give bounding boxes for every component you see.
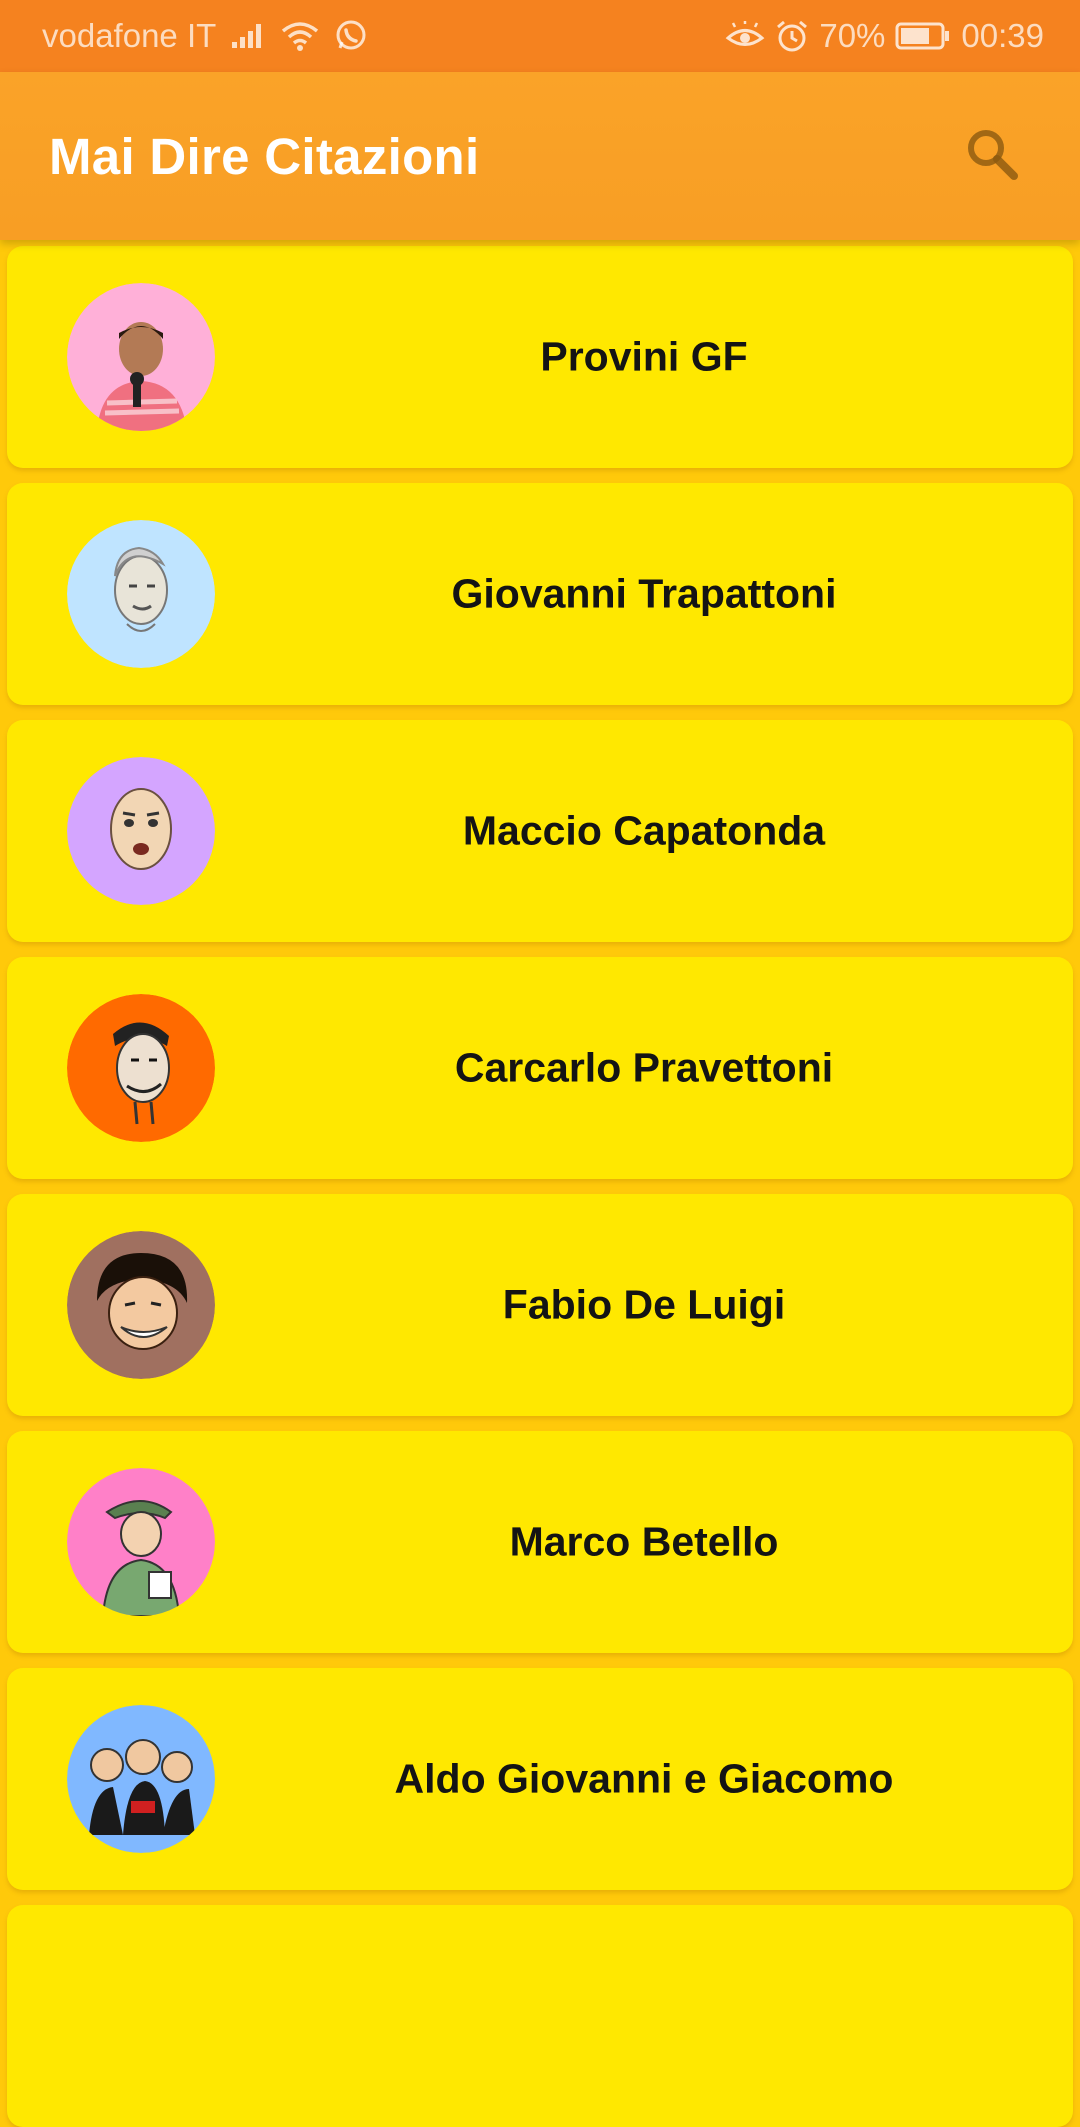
list-item-label: Provini GF — [540, 333, 748, 380]
pravettoni-avatar-icon — [67, 994, 215, 1142]
list-item-giovanni-trapattoni[interactable]: Giovanni Trapattoni — [7, 483, 1073, 705]
carrier-label: vodafone IT — [42, 17, 217, 54]
list-item-aldo-giovanni-giacomo[interactable]: Aldo Giovanni e Giacomo — [7, 1668, 1073, 1890]
avatar — [67, 757, 215, 905]
app-bar: Mai Dire Citazioni — [0, 72, 1080, 240]
avatar — [67, 520, 215, 668]
avatar — [67, 283, 215, 431]
list-item-label: Aldo Giovanni e Giacomo — [394, 1755, 894, 1802]
list-item-label: Maccio Capatonda — [462, 807, 826, 854]
de-luigi-avatar-icon — [67, 1231, 215, 1379]
list-item-label: Marco Betello — [509, 1518, 779, 1565]
list-item-fabio-de-luigi[interactable]: Fabio De Luigi — [7, 1194, 1073, 1416]
avatar — [67, 1231, 215, 1379]
signal-icon — [230, 22, 266, 50]
list-item-marco-betello[interactable]: Marco Betello — [7, 1431, 1073, 1653]
aldo-giovanni-giacomo-avatar-icon — [67, 1705, 215, 1853]
list-item-label: Fabio De Luigi — [502, 1281, 786, 1328]
list-item-partial[interactable] — [7, 1905, 1073, 2127]
status-right: 70% 00:39 — [725, 17, 1044, 55]
avatar — [67, 1705, 215, 1853]
maccio-avatar-icon — [67, 757, 215, 905]
list-item-provini-gf[interactable]: Provini GF — [7, 246, 1073, 468]
app-title: Mai Dire Citazioni — [49, 127, 480, 185]
eye-comfort-icon — [725, 21, 765, 51]
betello-avatar-icon — [67, 1468, 215, 1616]
clock-time: 00:39 — [961, 17, 1044, 54]
battery-icon — [895, 21, 951, 51]
search-icon[interactable] — [964, 126, 1020, 187]
list-item-maccio-capatonda[interactable]: Maccio Capatonda — [7, 720, 1073, 942]
alarm-icon — [775, 19, 809, 53]
trapattoni-avatar-icon — [67, 520, 215, 668]
list-item-label: Giovanni Trapattoni — [451, 570, 837, 617]
search-button[interactable] — [956, 120, 1028, 192]
list-item-carcarlo-pravettoni[interactable]: Carcarlo Pravettoni — [7, 957, 1073, 1179]
provini-gf-avatar-icon — [67, 283, 215, 431]
whatsapp-icon — [334, 19, 368, 53]
list-item-label: Carcarlo Pravettoni — [454, 1044, 834, 1091]
avatar — [67, 1468, 215, 1616]
battery-percent: 70% — [819, 17, 886, 54]
status-left: vodafone IT — [42, 17, 368, 55]
wifi-icon — [280, 20, 320, 52]
avatar — [67, 994, 215, 1142]
status-bar: vodafone IT 70% 00:39 — [0, 0, 1080, 72]
